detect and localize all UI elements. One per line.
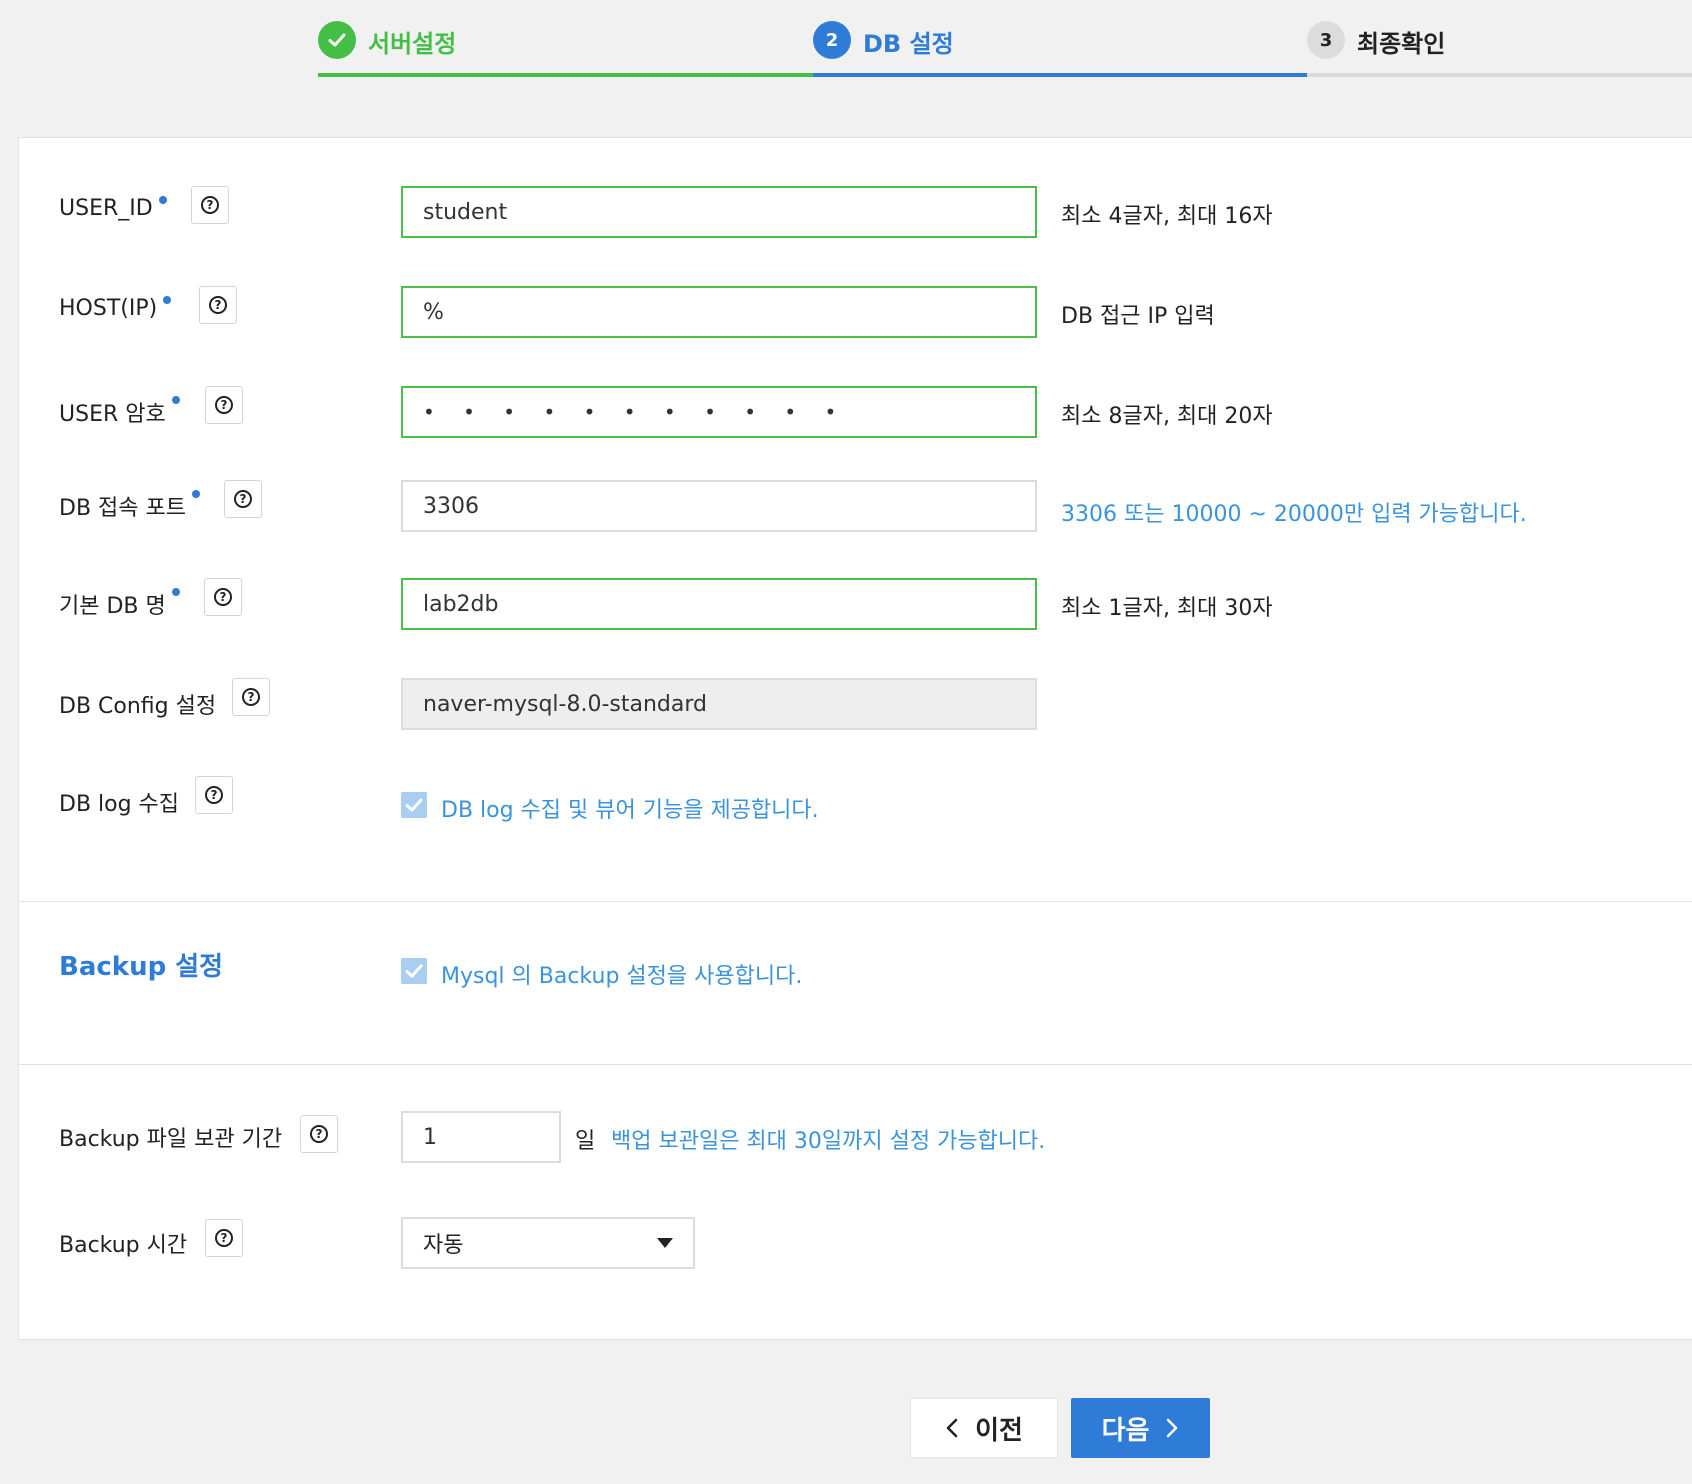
help-icon[interactable]: ?	[199, 286, 237, 324]
backup-section-title: Backup 설정	[59, 952, 224, 982]
host-row: HOST(IP) ? % DB 접근 IP 입력	[19, 284, 1692, 340]
password-row: USER 암호 ? • • • • • • • • • • • 최소 8글자, …	[19, 384, 1692, 440]
step-label: 서버설정	[368, 30, 457, 58]
step-label: 최종확인	[1357, 30, 1446, 58]
help-icon[interactable]: ?	[205, 386, 243, 424]
help-icon[interactable]: ?	[224, 480, 262, 518]
help-icon[interactable]: ?	[232, 678, 270, 716]
host-hint: DB 접근 IP 입력	[1061, 304, 1215, 329]
required-dot	[171, 396, 180, 404]
check-icon	[318, 21, 356, 59]
db-name-label: 기본 DB 명	[59, 588, 180, 620]
backup-time-value: 자동	[423, 1233, 464, 1258]
stepper: 서버설정 2 DB 설정 3 최종확인	[0, 0, 1692, 80]
db-settings-panel: USER_ID ? student 최소 4글자, 최대 16자 HOST(IP…	[18, 137, 1692, 902]
host-input[interactable]: %	[401, 286, 1037, 338]
user-id-hint: 최소 4글자, 최대 16자	[1061, 204, 1273, 229]
backup-enable-checkbox[interactable]	[401, 958, 427, 984]
db-name-hint: 최소 1글자, 최대 30자	[1061, 596, 1273, 621]
backup-retention-label: Backup 파일 보관 기간	[59, 1127, 283, 1152]
db-log-text: DB log 수집 및 뷰어 기능을 제공합니다.	[441, 798, 819, 823]
user-id-row: USER_ID ? student 최소 4글자, 최대 16자	[19, 184, 1692, 240]
backup-retention-unit: 일	[575, 1129, 596, 1154]
backup-retention-input[interactable]: 1	[401, 1111, 561, 1163]
db-log-label: DB log 수집	[59, 792, 180, 817]
required-dot	[158, 196, 167, 204]
help-icon[interactable]: ?	[191, 186, 229, 224]
step-progress-bar	[1307, 73, 1692, 77]
db-log-checkbox[interactable]	[401, 792, 427, 818]
db-config-row: DB Config 설정 ? naver-mysql-8.0-standard	[19, 676, 1692, 732]
chevron-right-icon	[1167, 1418, 1178, 1438]
step-progress-bar	[813, 73, 1307, 77]
db-config-input: naver-mysql-8.0-standard	[401, 678, 1037, 730]
backup-time-select[interactable]: 자동	[401, 1217, 695, 1269]
backup-enable-text: Mysql 의 Backup 설정을 사용합니다.	[441, 964, 803, 989]
password-input[interactable]: • • • • • • • • • • •	[401, 386, 1037, 438]
prev-button-label: 이전	[975, 1415, 1023, 1446]
step-final-confirm: 3 최종확인	[1307, 0, 1692, 77]
backup-details-panel: Backup 파일 보관 기간 ? 1 일 백업 보관일은 최대 30일까지 설…	[18, 1065, 1692, 1340]
chevron-left-icon	[946, 1418, 958, 1438]
backup-retention-row: Backup 파일 보관 기간 ? 1 일 백업 보관일은 최대 30일까지 설…	[19, 1109, 1692, 1165]
prev-button[interactable]: 이전	[910, 1398, 1058, 1458]
next-button[interactable]: 다음	[1071, 1398, 1210, 1458]
help-icon[interactable]: ?	[300, 1115, 338, 1153]
step-number: 2	[813, 21, 851, 59]
backup-time-row: Backup 시간 ? 자동	[19, 1215, 1692, 1271]
db-name-input[interactable]: lab2db	[401, 578, 1037, 630]
step-number: 3	[1307, 21, 1345, 59]
required-dot	[191, 490, 200, 498]
db-log-row: DB log 수집 ? DB log 수집 및 뷰어 기능을 제공합니다.	[19, 774, 1692, 830]
check-icon	[405, 964, 423, 978]
check-icon	[405, 798, 423, 812]
next-button-label: 다음	[1101, 1415, 1150, 1446]
step-label: DB 설정	[863, 30, 954, 58]
backup-time-label: Backup 시간	[59, 1233, 188, 1258]
dropdown-caret-icon	[657, 1238, 673, 1248]
backup-retention-hint: 백업 보관일은 최대 30일까지 설정 가능합니다.	[611, 1129, 1046, 1154]
required-dot	[163, 296, 172, 304]
help-icon[interactable]: ?	[195, 776, 233, 814]
user-id-input[interactable]: student	[401, 186, 1037, 238]
db-name-row: 기본 DB 명 ? lab2db 최소 1글자, 최대 30자	[19, 576, 1692, 632]
host-label: HOST(IP)	[59, 296, 172, 321]
db-config-label: DB Config 설정	[59, 694, 217, 719]
port-input[interactable]: 3306	[401, 480, 1037, 532]
help-icon[interactable]: ?	[204, 578, 242, 616]
port-hint: 3306 또는 10000 ~ 20000만 입력 가능합니다.	[1061, 502, 1527, 527]
step-server-settings: 서버설정	[318, 0, 813, 77]
port-row: DB 접속 포트 ? 3306 3306 또는 10000 ~ 20000만 입…	[19, 478, 1692, 534]
password-hint: 최소 8글자, 최대 20자	[1061, 404, 1273, 429]
port-label: DB 접속 포트	[59, 490, 200, 522]
step-db-settings: 2 DB 설정	[813, 0, 1307, 77]
help-icon[interactable]: ?	[205, 1219, 243, 1257]
required-dot	[171, 588, 180, 596]
user-id-label: USER_ID	[59, 196, 167, 221]
password-label: USER 암호	[59, 396, 180, 428]
backup-toggle-panel: Backup 설정 Mysql 의 Backup 설정을 사용합니다.	[18, 902, 1692, 1065]
step-progress-bar	[318, 73, 813, 77]
